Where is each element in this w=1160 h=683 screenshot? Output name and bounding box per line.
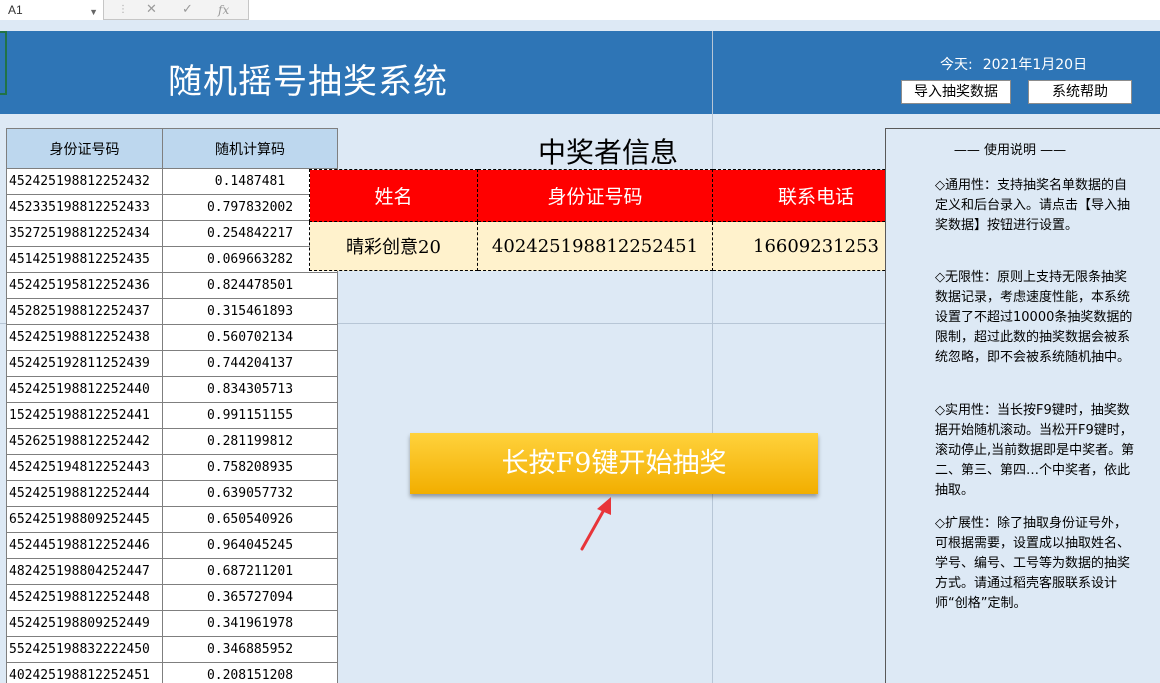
column-header-random: 随机计算码 bbox=[162, 128, 338, 169]
random-code-cell[interactable]: 0.346885952 bbox=[162, 636, 338, 663]
instructions-title: —— 使用说明 —— bbox=[953, 143, 1067, 158]
table-row: 352725198812252434 0.254842217 bbox=[6, 220, 338, 247]
id-table: 身份证号码 随机计算码 452425198812252432 0.1487481 4… bbox=[6, 128, 338, 683]
id-number-cell[interactable]: 452425198812252448 bbox=[6, 584, 163, 611]
cell-reference: A1 bbox=[8, 3, 23, 17]
today-date: 2021年1月20日 bbox=[982, 57, 1088, 73]
id-number-cell[interactable]: 452825198812252437 bbox=[6, 298, 163, 325]
name-box[interactable]: A1 ▼ bbox=[0, 0, 104, 20]
id-number-cell[interactable]: 452425198812252440 bbox=[6, 376, 163, 403]
id-number-cell[interactable]: 452425198812252432 bbox=[6, 168, 163, 195]
table-row: 552425198832222450 0.346885952 bbox=[6, 636, 338, 663]
id-number-cell[interactable]: 452425198809252449 bbox=[6, 610, 163, 637]
random-code-cell[interactable]: 0.824478501 bbox=[162, 272, 338, 299]
id-number-cell[interactable]: 352725198812252434 bbox=[6, 220, 163, 247]
random-code-cell[interactable]: 0.281199812 bbox=[162, 428, 338, 455]
winner-header-id: 身份证号码 bbox=[477, 169, 713, 222]
table-row: 152425198812252441 0.991151155 bbox=[6, 402, 338, 429]
table-row: 452825198812252437 0.315461893 bbox=[6, 298, 338, 325]
gridline-vertical bbox=[712, 31, 713, 683]
id-number-cell[interactable]: 452625198812252442 bbox=[6, 428, 163, 455]
id-number-cell[interactable]: 452425194812252443 bbox=[6, 454, 163, 481]
random-code-cell[interactable]: 0.341961978 bbox=[162, 610, 338, 637]
id-number-cell[interactable]: 552425198832222450 bbox=[6, 636, 163, 663]
instruction-general: ◇通用性：支持抽奖名单数据的自定义和后台录入。请点击【导入抽奖数据】按钮进行设置… bbox=[935, 178, 1131, 233]
id-number-cell[interactable]: 451425198812252435 bbox=[6, 246, 163, 273]
confirm-icon[interactable]: ✓ bbox=[182, 0, 193, 20]
table-row: 452425198812252438 0.560702134 bbox=[6, 324, 338, 351]
chevron-down-icon[interactable]: ▼ bbox=[89, 2, 98, 22]
id-number-cell[interactable]: 452425198812252438 bbox=[6, 324, 163, 351]
table-row: 452425198812252432 0.1487481 bbox=[6, 168, 338, 195]
table-row: 652425198809252445 0.650540926 bbox=[6, 506, 338, 533]
random-code-cell[interactable]: 0.365727094 bbox=[162, 584, 338, 611]
winner-id: 402425198812252451 bbox=[477, 221, 713, 271]
table-row: 452425192811252439 0.744204137 bbox=[6, 350, 338, 377]
winner-header-name: 姓名 bbox=[309, 169, 478, 222]
id-number-cell[interactable]: 452425192811252439 bbox=[6, 350, 163, 377]
function-icon[interactable]: fx bbox=[218, 0, 229, 20]
today-display: 今天: 2021年1月20日 bbox=[940, 54, 1087, 74]
today-label: 今天: bbox=[940, 57, 973, 73]
help-button[interactable]: 系统帮助 bbox=[1028, 80, 1132, 104]
instruction-practical: ◇实用性：当长按F9键时，抽奖数据开始随机滚动。当松开F9键时，滚动停止,当前数… bbox=[935, 403, 1135, 498]
random-code-cell[interactable]: 0.639057732 bbox=[162, 480, 338, 507]
start-draw-button[interactable]: 长按F9键开始抽奖 bbox=[410, 433, 818, 494]
random-code-cell[interactable]: 0.964045245 bbox=[162, 532, 338, 559]
random-code-cell[interactable]: 0.560702134 bbox=[162, 324, 338, 351]
table-row: 452425195812252436 0.824478501 bbox=[6, 272, 338, 299]
random-code-cell[interactable]: 0.687211201 bbox=[162, 558, 338, 585]
instruction-unlimited: ◇无限性：原则上支持无限条抽奖数据记录，考虑速度性能，本系统设置了不超过1000… bbox=[935, 270, 1133, 365]
id-number-cell[interactable]: 402425198812252451 bbox=[6, 662, 163, 683]
random-code-cell[interactable]: 0.991151155 bbox=[162, 402, 338, 429]
id-number-cell[interactable]: 452445198812252446 bbox=[6, 532, 163, 559]
red-arrow-icon bbox=[580, 497, 611, 551]
id-table-body: 452425198812252432 0.1487481 4523351988122… bbox=[6, 168, 338, 683]
random-code-cell[interactable]: 0.744204137 bbox=[162, 350, 338, 377]
random-code-cell[interactable]: 0.650540926 bbox=[162, 506, 338, 533]
table-row: 452425198812252440 0.834305713 bbox=[6, 376, 338, 403]
instruction-extension: ◇扩展性：除了抽取身份证号外，可根据需要，设置成以抽取姓名、学号、编号、工号等为… bbox=[935, 516, 1131, 611]
app-title: 随机摇号抽奖系统 bbox=[168, 62, 448, 102]
winner-table: 姓名 身份证号码 联系电话 晴彩创意20 402425198812252451 … bbox=[309, 169, 920, 271]
id-number-cell[interactable]: 452335198812252433 bbox=[6, 194, 163, 221]
random-code-cell[interactable]: 0.834305713 bbox=[162, 376, 338, 403]
column-header-id: 身份证号码 bbox=[6, 128, 163, 169]
table-row: 452425198812252444 0.639057732 bbox=[6, 480, 338, 507]
table-row: 452335198812252433 0.797832002 bbox=[6, 194, 338, 221]
table-row: 452425198812252448 0.365727094 bbox=[6, 584, 338, 611]
separator-icon: ⋮ bbox=[118, 4, 128, 15]
random-code-cell[interactable]: 0.315461893 bbox=[162, 298, 338, 325]
id-number-cell[interactable]: 452425195812252436 bbox=[6, 272, 163, 299]
id-number-cell[interactable]: 152425198812252441 bbox=[6, 402, 163, 429]
random-code-cell[interactable]: 0.758208935 bbox=[162, 454, 338, 481]
random-code-cell[interactable]: 0.208151208 bbox=[162, 662, 338, 683]
id-number-cell[interactable]: 452425198812252444 bbox=[6, 480, 163, 507]
cell-selection-marker bbox=[0, 31, 7, 95]
import-data-button[interactable]: 导入抽奖数据 bbox=[901, 80, 1011, 104]
formula-input[interactable] bbox=[248, 0, 1160, 20]
table-row: 451425198812252435 0.069663282 bbox=[6, 246, 338, 273]
table-row: 402425198812252451 0.208151208 bbox=[6, 662, 338, 683]
table-row: 452425198809252449 0.341961978 bbox=[6, 610, 338, 637]
cancel-icon[interactable]: ✕ bbox=[146, 0, 157, 20]
winner-title: 中奖者信息 bbox=[538, 136, 679, 169]
table-row: 452445198812252446 0.964045245 bbox=[6, 532, 338, 559]
table-row: 452425194812252443 0.758208935 bbox=[6, 454, 338, 481]
id-number-cell[interactable]: 482425198804252447 bbox=[6, 558, 163, 585]
table-row: 482425198804252447 0.687211201 bbox=[6, 558, 338, 585]
formula-bar: A1 ▼ ⋮ ✕ ✓ fx bbox=[0, 0, 1160, 20]
table-row: 452625198812252442 0.281199812 bbox=[6, 428, 338, 455]
id-number-cell[interactable]: 652425198809252445 bbox=[6, 506, 163, 533]
winner-name: 晴彩创意20 bbox=[309, 221, 478, 271]
